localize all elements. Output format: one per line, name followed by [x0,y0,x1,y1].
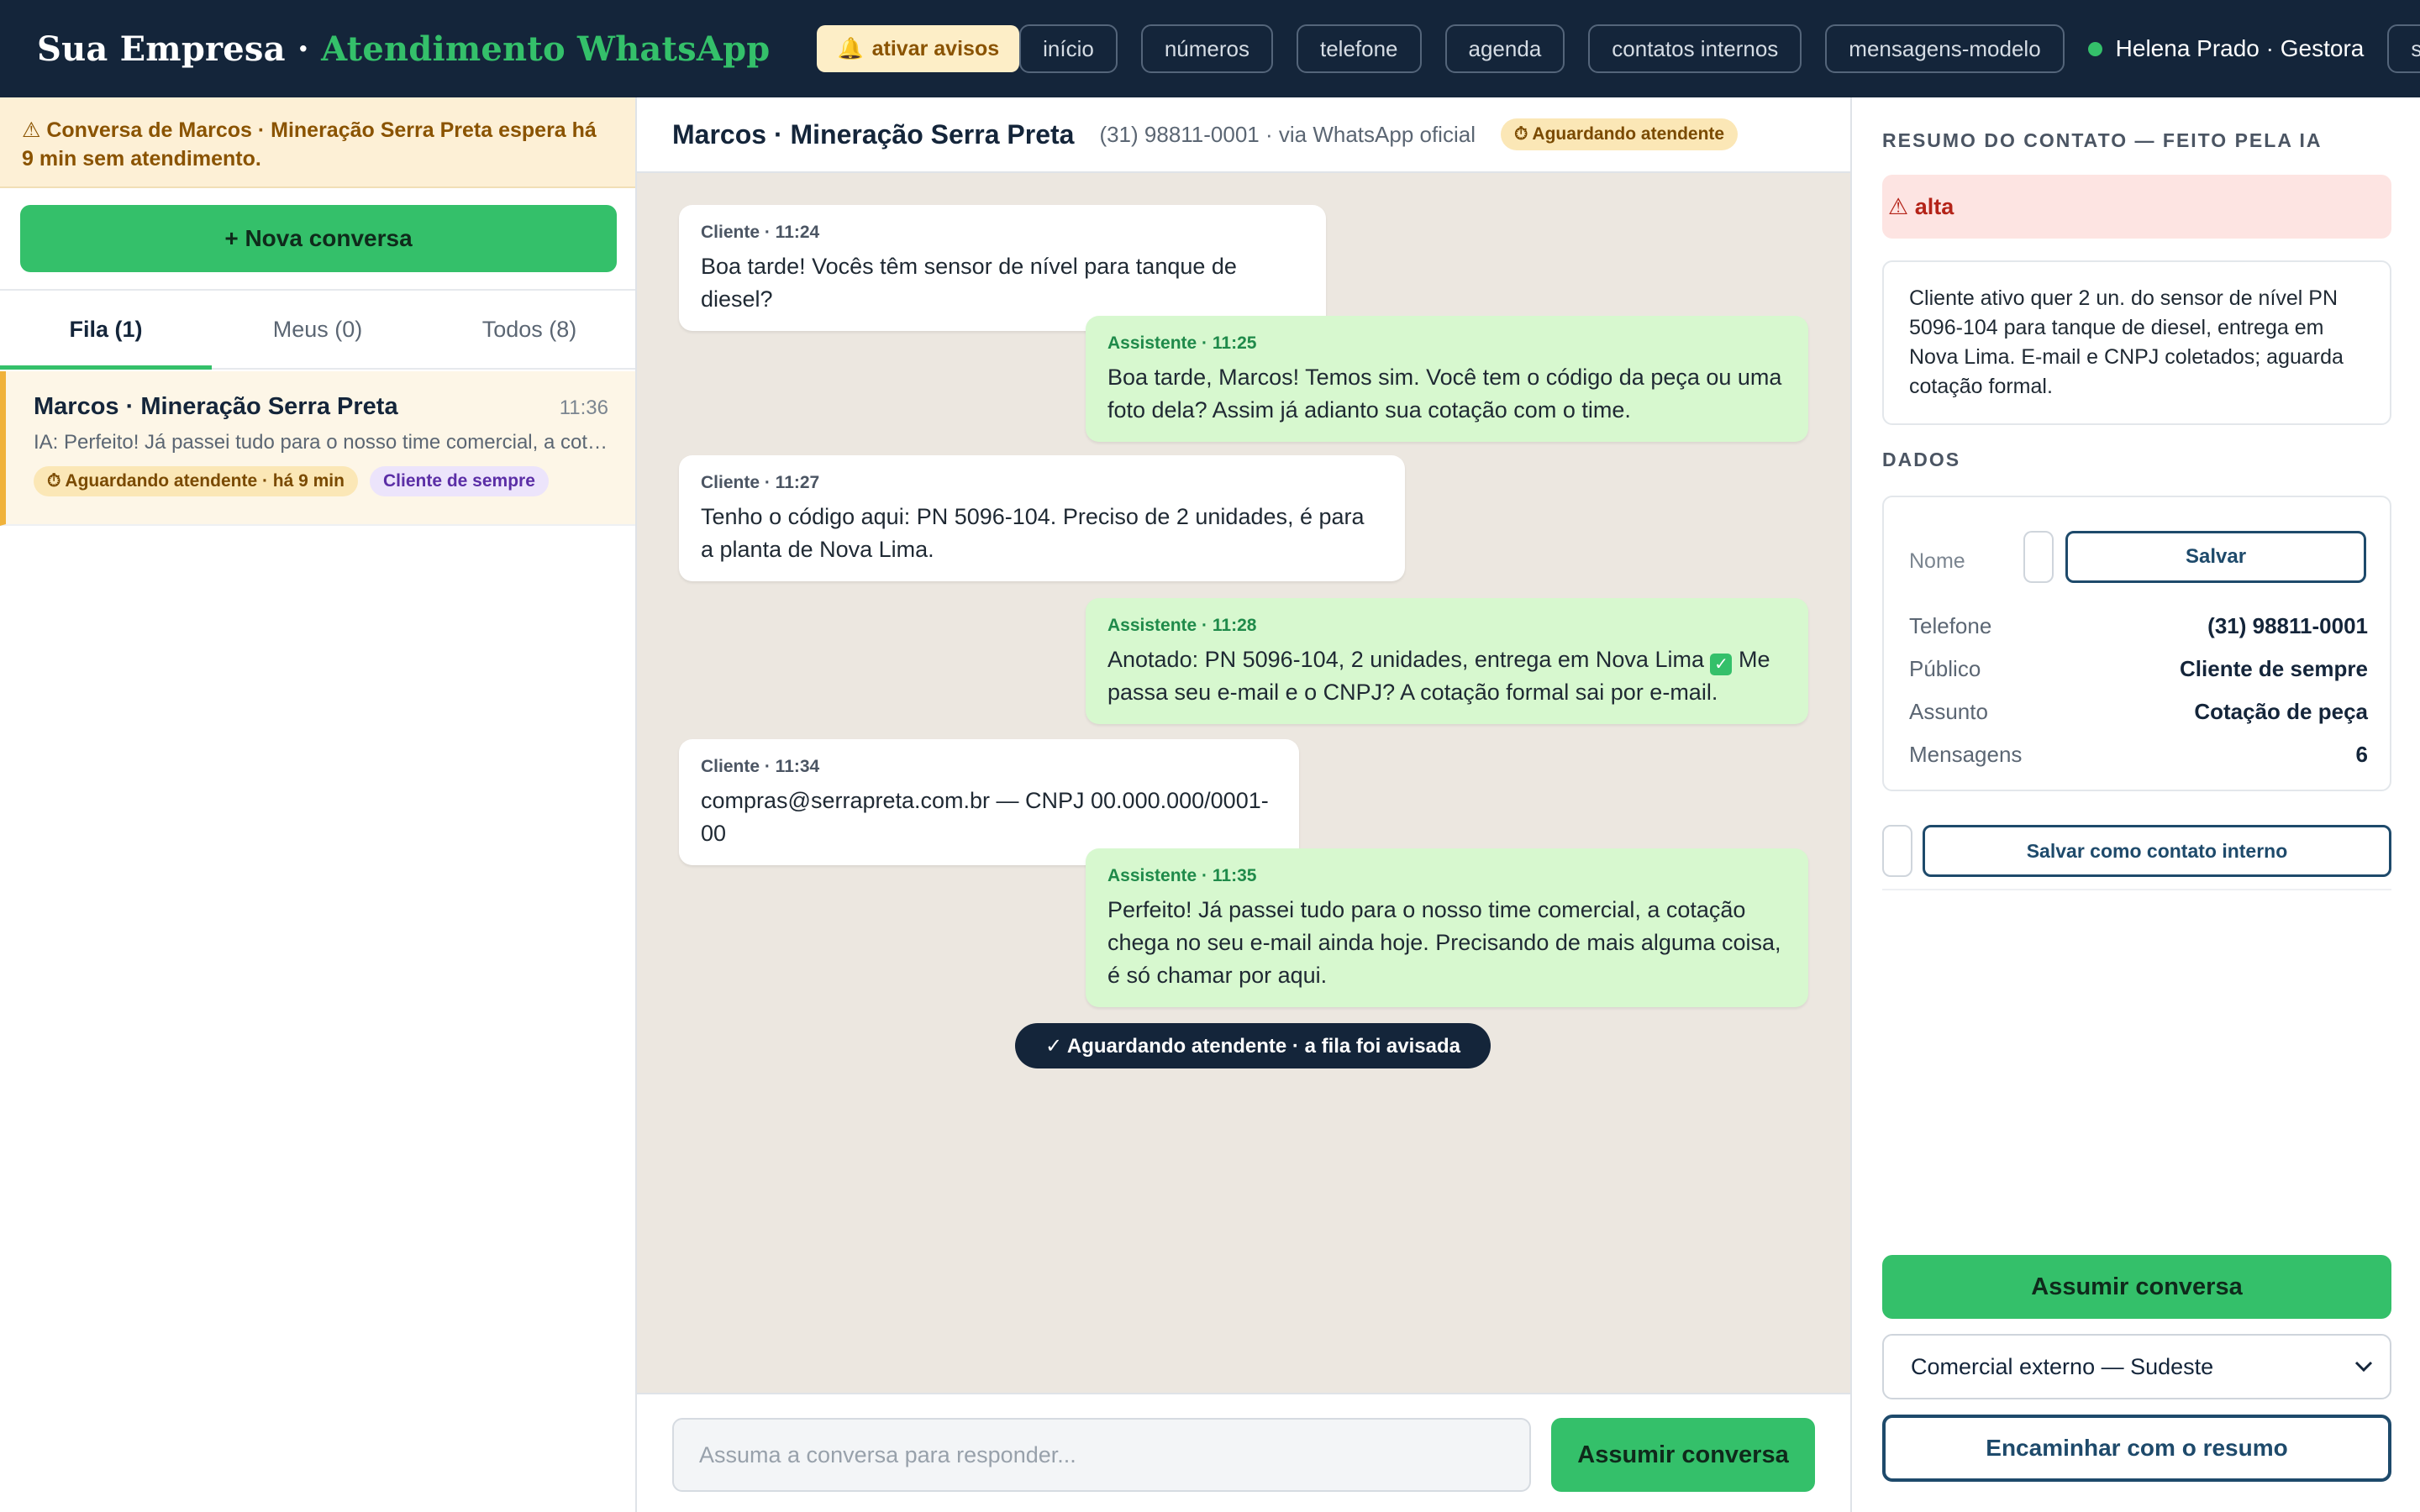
internal-contact-checkbox[interactable] [1882,825,1912,877]
field-label: Telefone [1909,613,1992,638]
conversation-name: Marcos · Mineração Serra Preta [34,393,398,420]
message-meta: Assistente · 11:28 [1107,616,1257,635]
message-text-part: Anotado: PN 5096-104, 2 unidades, entreg… [1107,647,1711,672]
ai-summary: Cliente ativo quer 2 un. do sensor de ní… [1882,260,2391,425]
tab-meus[interactable]: Meus (0) [212,291,424,368]
field-label: Público [1909,656,1981,681]
message-text: Boa tarde! Vocês têm sensor de nível par… [701,254,1237,312]
message-client: Cliente · 11:24 Boa tarde! Vocês têm sen… [679,205,1326,331]
logout-button[interactable]: sair [2387,24,2420,73]
chevron-down-icon [2354,1361,2373,1373]
user-name: Helena Prado · Gestora [2115,35,2365,61]
nav-inicio[interactable]: início [1019,24,1118,73]
bell-icon: 🔔 [837,36,864,60]
conversation-preview: IA: Perfeito! Já passei tudo para o noss… [34,431,608,454]
message-text: compras@serrapreta.com.br — CNPJ 00.000.… [701,788,1269,846]
field-label: Mensagens [1909,742,2023,767]
nav-numeros[interactable]: números [1140,24,1273,73]
message-meta: Assistente · 11:35 [1107,866,1257,885]
field-publico: Público Cliente de sempre [1909,656,2368,682]
brand-accent: Atendimento WhatsApp [321,29,771,69]
message-assistant: Assistente · 11:25 Boa tarde, Marcos! Te… [1086,316,1808,442]
field-value: 6 [2355,742,2368,767]
tab-todos[interactable]: Todos (8) [424,291,635,368]
assume-conversation-panel-button[interactable]: Assumir conversa [1882,1255,2391,1319]
message-meta: Cliente · 11:34 [701,757,820,776]
summary-title: RESUMO DO CONTATO — FEITO PELA IA [1882,129,2323,151]
nav-mensagens-modelo[interactable]: mensagens-modelo [1825,24,2065,73]
waiting-alert-banner: ⚠ Conversa de Marcos · Mineração Serra P… [0,97,635,188]
message-input[interactable]: Assuma a conversa para responder... [672,1418,1531,1492]
team-select-value: Comercial externo — Sudeste [1911,1353,2214,1379]
queue-tabs: Fila (1) Meus (0) Todos (8) [0,289,635,370]
chat-header: Marcos · Mineração Serra Preta (31) 9881… [637,97,1850,173]
priority-badge: ⚠ alta [1882,175,2391,239]
tab-fila[interactable]: Fila (1) [0,291,212,370]
message-assistant: Assistente · 11:35 Perfeito! Já passei t… [1086,848,1808,1007]
priority-label: ⚠ alta [1888,193,1954,219]
conversation-time: 11:36 [559,396,608,419]
chat-status-badge: ⏱ Aguardando atendente [1500,118,1739,150]
message-meta: Cliente · 11:27 [701,473,820,492]
contact-panel: RESUMO DO CONTATO — FEITO PELA IA ⚠ alta… [1850,97,2420,1512]
conversation-list-item[interactable]: Marcos · Mineração Serra Preta 11:36 IA:… [0,371,635,526]
nav-telefone[interactable]: telefone [1296,24,1422,73]
message-meta: Cliente · 11:24 [701,223,820,242]
name-label: Nome [1909,549,1965,573]
divider [1882,889,2391,890]
audience-badge: Cliente de sempre [369,466,549,496]
nav-contatos-internos[interactable]: contatos internos [1588,24,1802,73]
field-mensagens: Mensagens 6 [1909,742,2368,768]
message-assistant: Assistente · 11:28 Anotado: PN 5096-104,… [1086,598,1808,724]
current-user: Helena Prado · Gestora [2087,35,2365,62]
message-text: Tenho o código aqui: PN 5096-104. Precis… [701,504,1365,562]
forward-with-summary-button[interactable]: Encaminhar com o resumo [1882,1415,2391,1482]
chat-title: Marcos · Mineração Serra Preta [672,118,1075,150]
message-text: Perfeito! Já passei tudo para o nosso ti… [1107,897,1781,988]
message-client: Cliente · 11:34 compras@serrapreta.com.b… [679,739,1299,865]
field-value: Cliente de sempre [2180,656,2368,681]
chat-panel: Marcos · Mineração Serra Preta (31) 9881… [637,97,1850,1512]
conversation-sidebar: ⚠ Conversa de Marcos · Mineração Serra P… [0,97,637,1512]
check-mark-icon: ✓ [1710,654,1733,675]
message-client: Cliente · 11:27 Tenho o código aqui: PN … [679,455,1405,581]
enable-alerts-button[interactable]: 🔔 ativar avisos [817,25,1020,72]
message-text: Boa tarde, Marcos! Temos sim. Você tem o… [1107,365,1782,423]
composer: Assuma a conversa para responder... Assu… [637,1393,1850,1512]
waiting-status-badge: ⏱ Aguardando atendente · há 9 min [34,466,358,496]
nav-agenda[interactable]: agenda [1444,24,1565,73]
save-name-button[interactable]: Salvar [2065,531,2366,583]
save-internal-contact-button[interactable]: Salvar como contato interno [1923,825,2391,877]
field-label: Assunto [1909,699,1988,724]
field-value: Cotação de peça [2194,699,2368,724]
queue-notified-pill: ✓ Aguardando atendente · a fila foi avis… [1015,1023,1491,1068]
main-nav: início números telefone agenda contatos … [1019,24,2420,73]
enable-alerts-label: ativar avisos [871,36,1000,60]
contact-data-card: Nome Salvar Telefone (31) 98811-0001 Púb… [1882,496,2391,791]
app-title: Sua Empresa · Atendimento WhatsApp [37,29,770,69]
chat-subtitle: (31) 98811-0001 · via WhatsApp oficial [1099,121,1476,147]
online-status-icon [2087,41,2102,56]
message-meta: Assistente · 11:25 [1107,333,1257,353]
message-text: Anotado: PN 5096-104, 2 unidades, entreg… [1107,643,1786,709]
data-title: DADOS [1882,449,1961,470]
brand-prefix: Sua Empresa · [37,29,322,69]
team-select[interactable]: Comercial externo — Sudeste [1882,1334,2391,1399]
field-assunto: Assunto Cotação de peça [1909,699,2368,725]
name-input[interactable] [2023,531,2054,583]
assume-conversation-button[interactable]: Assumir conversa [1551,1418,1815,1492]
new-conversation-button[interactable]: + Nova conversa [20,205,617,272]
field-value: (31) 98811-0001 [2207,613,2368,638]
top-bar: Sua Empresa · Atendimento WhatsApp 🔔 ati… [0,0,2420,97]
field-telefone: Telefone (31) 98811-0001 [1909,613,2368,639]
